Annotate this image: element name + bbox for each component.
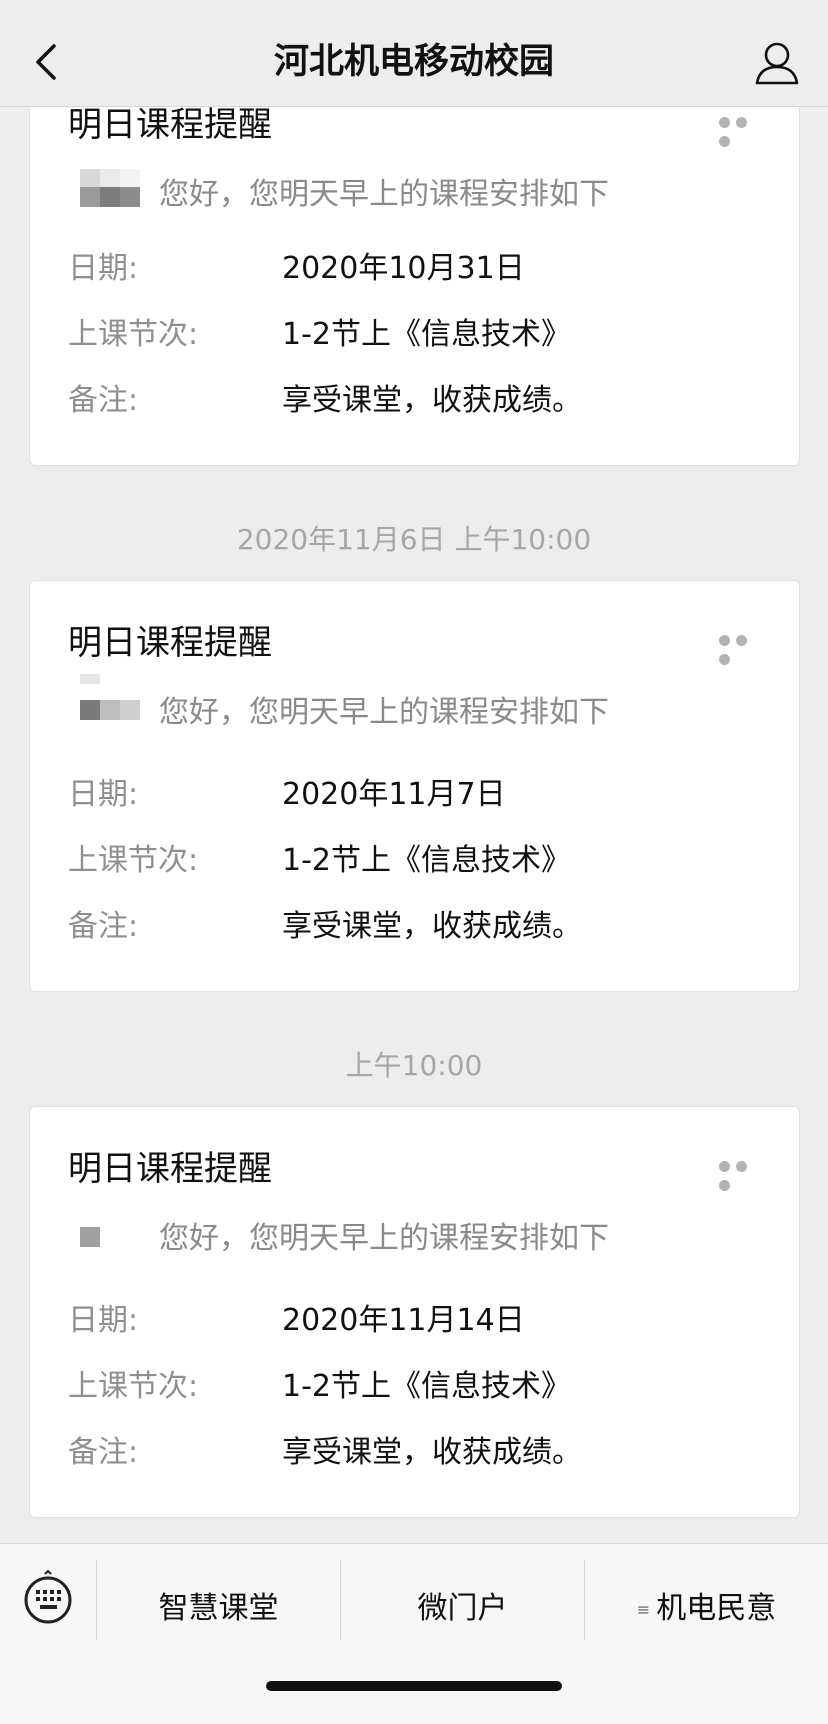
- session-value: 1-2节上《信息技术》: [282, 1369, 571, 1404]
- date-label: 日期:: [68, 777, 139, 812]
- keyboard-icon[interactable]: [0, 1544, 96, 1640]
- date-label: 日期:: [68, 251, 139, 286]
- session-value: 1-2节上《信息技术》: [282, 843, 571, 878]
- message-card[interactable]: 明日课程提醒 您好，您明天早上的课程安排如下 日期: 2020年11月14日 上…: [29, 1106, 800, 1518]
- session-label: 上课节次:: [68, 1369, 199, 1404]
- note-value: 享受课堂，收获成绩。: [282, 1435, 582, 1470]
- navigation-bar: 河北机电移动校园: [0, 0, 828, 107]
- greeting-text: 您好，您明天早上的课程安排如下: [159, 695, 609, 730]
- date-value: 2020年11月7日: [282, 777, 506, 812]
- timestamp: 2020年11月6日 上午10:00: [236, 523, 592, 556]
- menu-item-label: 机电民意: [656, 1591, 777, 1626]
- note-label: 备注:: [68, 1435, 139, 1470]
- message-card[interactable]: 明日课程提醒 您好，您明天早上的课程安排如下 日期: 2020年11月7日 上课…: [29, 580, 800, 992]
- date-label: 日期:: [68, 1303, 139, 1338]
- session-label: 上课节次:: [68, 843, 199, 878]
- message-list[interactable]: 明日课程提醒 您好，您明天早上的课程安排如下 日期: 2020年10月31日 上…: [0, 0, 828, 1543]
- card-title: 明日课程提醒: [68, 1149, 272, 1189]
- avatar: [80, 674, 140, 720]
- card-title: 明日课程提醒: [68, 623, 272, 663]
- greeting-text: 您好，您明天早上的课程安排如下: [159, 1221, 609, 1256]
- date-value: 2020年11月14日: [282, 1303, 525, 1338]
- menu-item-public-opinion[interactable]: ≡ 机电民意: [585, 1561, 828, 1657]
- note-value: 享受课堂，收获成绩。: [282, 383, 582, 418]
- avatar: [80, 169, 140, 207]
- avatar: [80, 1227, 100, 1247]
- date-value: 2020年10月31日: [282, 251, 525, 286]
- user-icon[interactable]: [754, 40, 800, 86]
- greeting-text: 您好，您明天早上的课程安排如下: [159, 177, 609, 212]
- home-indicator: [266, 1681, 562, 1691]
- menu-item-micro-portal[interactable]: 微门户: [341, 1561, 584, 1657]
- more-icon[interactable]: [719, 1157, 765, 1191]
- note-value: 享受课堂，收获成绩。: [282, 909, 582, 944]
- submenu-icon: ≡: [636, 1599, 651, 1619]
- note-label: 备注:: [68, 909, 139, 944]
- more-icon[interactable]: [719, 631, 765, 665]
- menu-item-smart-classroom[interactable]: 智慧课堂: [97, 1561, 340, 1657]
- session-label: 上课节次:: [68, 317, 199, 352]
- timestamp: 上午10:00: [345, 1049, 483, 1082]
- note-label: 备注:: [68, 383, 139, 418]
- page-title: 河北机电移动校园: [273, 42, 554, 82]
- session-value: 1-2节上《信息技术》: [282, 317, 571, 352]
- bottom-menu-bar: 智慧课堂 微门户 ≡ 机电民意: [0, 1543, 828, 1724]
